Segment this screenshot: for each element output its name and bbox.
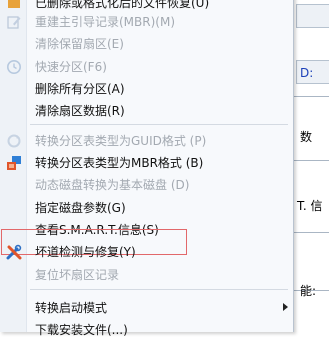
submenu-arrow-icon: [283, 303, 288, 311]
convert-icon: [6, 133, 22, 149]
recover-icon: [6, 0, 22, 11]
menu-item-download-install[interactable]: 下载安装文件(...): [0, 319, 293, 341]
background-pane: [293, 0, 329, 324]
menu-item-label: 清除扇区数据(R): [35, 104, 125, 118]
menu-item-clear-sector-data[interactable]: 清除扇区数据(R): [0, 100, 293, 122]
menu-item-label: 指定磁盘参数(G): [35, 201, 126, 215]
menu-item-convert-to-mbr[interactable]: 转换分区表类型为MBR格式 (B): [0, 152, 293, 174]
menu-separator: [30, 289, 288, 290]
menu-item-label: 复位坏扇区记录: [35, 268, 120, 282]
context-menu: 已删除或格式化后的文件恢复(U) 重建主引导记录(MBR)(M) 清除保留扇区(…: [0, 0, 294, 337]
convert-mbr-icon: [6, 155, 22, 171]
menu-separator: [30, 124, 288, 125]
menu-item-convert-to-guid[interactable]: 转换分区表类型为GUID格式 (P): [0, 130, 293, 152]
background-divider: [293, 160, 329, 161]
background-text: D:: [300, 66, 314, 80]
menu-item-bad-sector-repair[interactable]: 坏道检测与修复(Y): [0, 241, 293, 263]
menu-item-rebuild-mbr[interactable]: 重建主引导记录(MBR)(M): [0, 11, 293, 33]
menu-item-label: 清除保留扇区(E): [35, 37, 124, 51]
background-text: 能:: [300, 284, 317, 298]
menu-item-disk-parameters[interactable]: 指定磁盘参数(G): [0, 197, 293, 219]
menu-item-delete-all-partitions[interactable]: 删除所有分区(A): [0, 78, 293, 100]
edit-doc-icon: [6, 14, 22, 30]
menu-item-clear-reserved[interactable]: 清除保留扇区(E): [0, 33, 293, 55]
menu-item-label: 重建主引导记录(MBR)(M): [35, 15, 176, 29]
menu-item-boot-mode[interactable]: 转换启动模式: [0, 297, 293, 319]
menu-item-label: 坏道检测与修复(Y): [35, 245, 136, 259]
menu-item-label: 删除所有分区(A): [35, 82, 125, 96]
menu-item-label: 下载安装文件(...): [35, 323, 128, 337]
menu-item-label: 已删除或格式化后的文件恢复(U): [35, 0, 210, 10]
background-divider: [293, 232, 329, 233]
menu-item-label: 转换启动模式: [35, 301, 108, 315]
menu-item-label: 快速分区(F6): [35, 60, 107, 74]
background-box: [296, 4, 329, 28]
menu-item-quick-partition[interactable]: 快速分区(F6): [0, 56, 293, 78]
menu-item-label: 转换分区表类型为GUID格式 (P): [35, 134, 207, 148]
menu-item-label: 转换分区表类型为MBR格式 (B): [35, 156, 204, 170]
background-divider: [293, 96, 329, 97]
menu-item-dynamic-to-basic[interactable]: 动态磁盘转换为基本磁盘 (D): [0, 174, 293, 196]
tools-icon: [6, 244, 22, 260]
background-text: 数: [300, 130, 313, 144]
clock-icon: [6, 59, 22, 75]
menu-item-reset-bad-sectors[interactable]: 复位坏扇区记录: [0, 264, 293, 286]
menu-item-label: 动态磁盘转换为基本磁盘 (D): [35, 178, 190, 192]
background-text: T. 信: [297, 199, 323, 213]
